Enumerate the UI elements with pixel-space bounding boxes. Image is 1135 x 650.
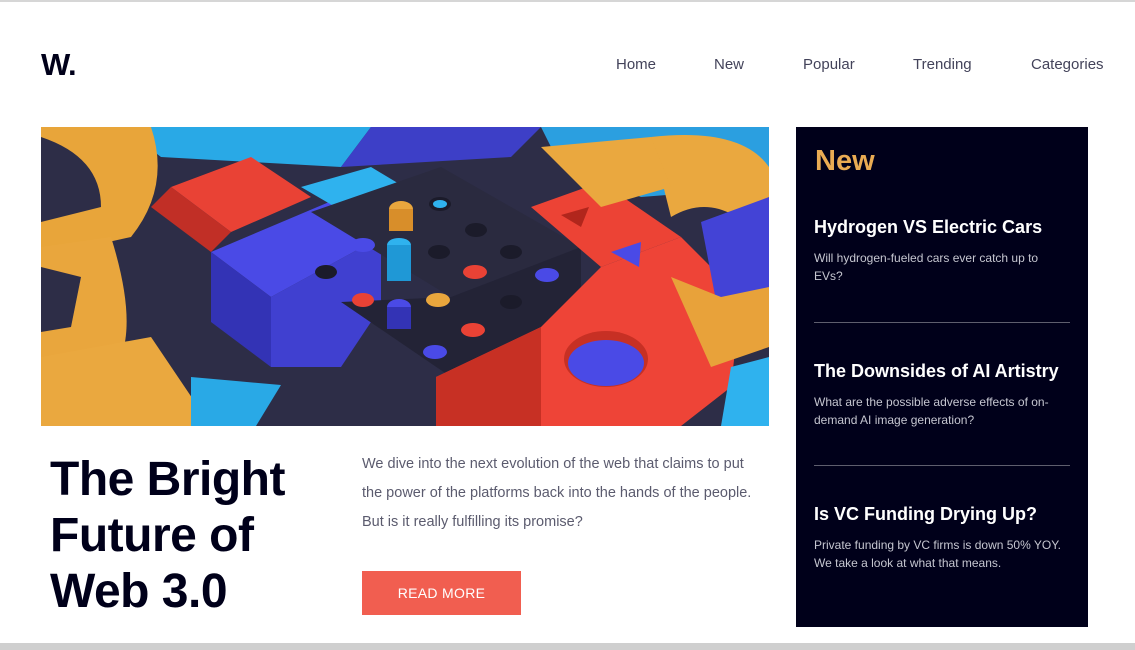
nav-categories[interactable]: Categories — [1031, 56, 1104, 73]
hero-image[interactable] — [41, 127, 769, 426]
sidebar-article-title[interactable]: Hydrogen VS Electric Cars — [814, 215, 1070, 239]
top-border — [0, 0, 1135, 2]
sidebar-article[interactable]: Hydrogen VS Electric Cars Will hydrogen-… — [814, 215, 1070, 285]
nav-home[interactable]: Home — [616, 56, 656, 73]
sidebar-article-description: What are the possible adverse effects of… — [814, 395, 1049, 427]
sidebar-heading: New — [815, 145, 875, 177]
sidebar-article-title[interactable]: Is VC Funding Drying Up? — [814, 502, 1070, 526]
sidebar-article[interactable]: Is VC Funding Drying Up? Private funding… — [814, 502, 1070, 572]
horizontal-scrollbar[interactable] — [0, 643, 1135, 650]
sidebar-divider — [814, 465, 1070, 466]
sidebar-article-description: Will hydrogen-fueled cars ever catch up … — [814, 251, 1039, 283]
article-summary: We dive into the next evolution of the w… — [362, 456, 752, 530]
sidebar-article[interactable]: The Downsides of AI Artistry What are th… — [814, 359, 1070, 429]
nav-new[interactable]: New — [714, 56, 744, 73]
sidebar-article-description: Private funding by VC firms is down 50% … — [814, 538, 1062, 570]
sidebar-article-title[interactable]: The Downsides of AI Artistry — [814, 359, 1070, 383]
sidebar-divider — [814, 322, 1070, 323]
nav-popular[interactable]: Popular — [803, 56, 855, 73]
read-more-button[interactable]: READ MORE — [362, 571, 521, 615]
abstract-blocks-illustration — [41, 127, 769, 426]
nav-trending[interactable]: Trending — [913, 56, 972, 73]
main-nav: Home New Popular Trending Categories — [0, 56, 1135, 76]
article-headline[interactable]: The Bright Future of Web 3.0 — [50, 452, 340, 620]
new-articles-sidebar: New Hydrogen VS Electric Cars Will hydro… — [796, 127, 1088, 627]
